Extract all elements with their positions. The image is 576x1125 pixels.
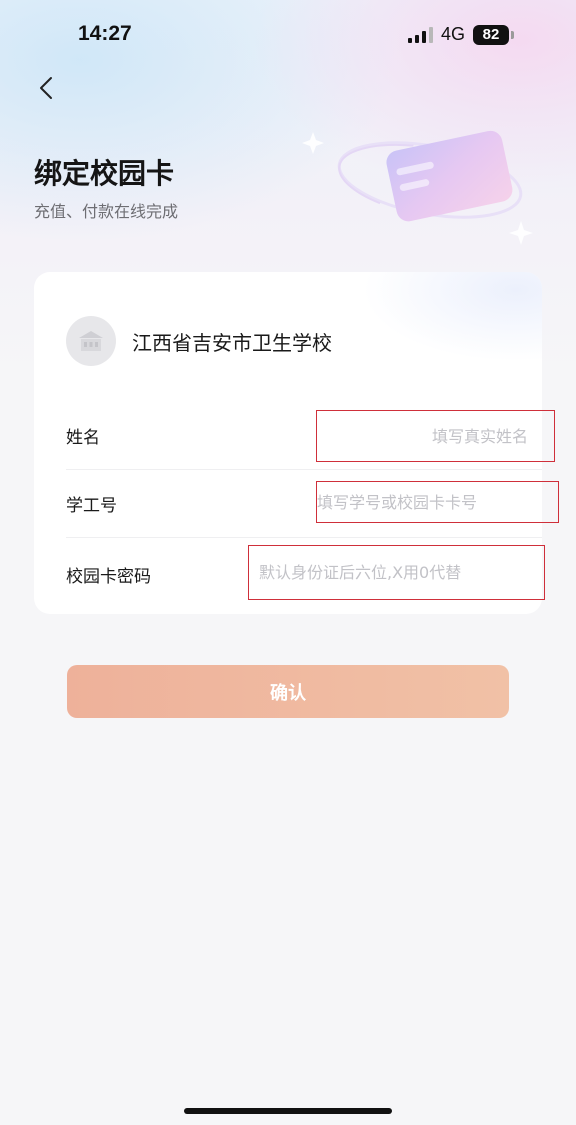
- card-password-input[interactable]: [248, 545, 545, 600]
- school-building-icon: [79, 331, 103, 351]
- name-label: 姓名: [66, 428, 100, 448]
- page-subtitle: 充值、付款在线完成: [34, 202, 179, 221]
- confirm-button[interactable]: 确认: [67, 665, 509, 718]
- chevron-left-icon: [40, 77, 52, 99]
- card-password-label: 校园卡密码: [66, 566, 151, 587]
- page-title: 绑定校园卡: [34, 157, 175, 190]
- campus-card-illustration: [302, 130, 533, 245]
- school-info: 江西省吉安市卫生学校: [66, 316, 332, 366]
- school-logo: [66, 316, 116, 366]
- student-id-input[interactable]: [316, 481, 559, 523]
- school-name: 江西省吉安市卫生学校: [132, 330, 332, 355]
- status-time: 14:27: [78, 22, 132, 45]
- student-id-label: 学工号: [66, 496, 117, 516]
- home-indicator[interactable]: [184, 1108, 392, 1114]
- battery-level: 82: [482, 26, 500, 43]
- signal-icon: [408, 26, 433, 43]
- back-button[interactable]: [28, 70, 64, 106]
- status-indicators: 4G 82: [408, 24, 515, 45]
- name-input[interactable]: [316, 410, 555, 462]
- network-label: 4G: [441, 24, 466, 44]
- battery-icon: 82: [473, 24, 515, 45]
